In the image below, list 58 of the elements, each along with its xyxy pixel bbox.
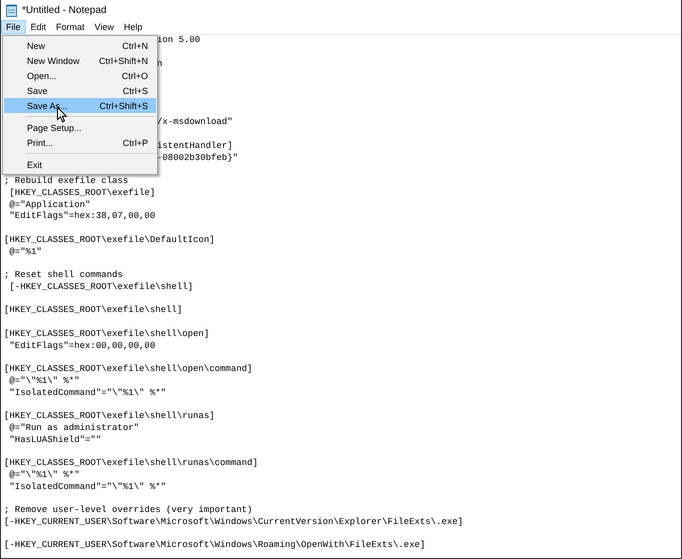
menu-entry-label: Save [27, 86, 48, 96]
menu-item[interactable]: Help [118, 20, 148, 34]
text-line: "EditFlags"=hex:00,00,00,00 [8, 340, 156, 352]
text-line: [HKEY_CLASSES_ROOT\exefile\DefaultIcon] [4, 234, 215, 246]
text-line: @="Run as administrator" [8, 422, 140, 434]
text-line: [-HKEY_CURRENT_USER\Software\Microsoft\Windows\CurrentVersion\Explorer\FileExts\.exe] [4, 516, 464, 528]
text-line: -08002b30bfeb}" [157, 152, 238, 164]
text-line: ; Remove user-level overrides (very important) [4, 505, 252, 517]
menu-entry-label: Page Setup... [27, 122, 82, 132]
text-line: [HKEY_CLASSES_ROOT\exefile\shell\runas] [4, 411, 215, 423]
text-line: @="Application" [8, 200, 90, 212]
text-line: ion 5.00 [157, 35, 200, 47]
menu-item[interactable]: File [1, 20, 26, 34]
shortcut-label: Ctrl+S [122, 86, 148, 96]
menu-entry-label: Open... [27, 70, 57, 80]
text-line: [HKEY_CLASSES_ROOT\exefile\shell\open] [4, 328, 210, 340]
menu-entry-label: New [27, 40, 46, 50]
text-line: [HKEY_CLASSES_ROOT\exefile\shell\runas\command] [4, 458, 258, 470]
menu-entry-label: Exit [27, 160, 42, 170]
text-line: n [157, 58, 162, 70]
text-line: @="%1" [8, 246, 42, 258]
menu-entry[interactable]: Save As... Ctrl+Shift+S [4, 98, 156, 113]
menu-item[interactable]: Format [51, 20, 90, 34]
shortcut-label: Ctrl+Shift+S [99, 100, 148, 110]
text-line: istentHandler] [157, 140, 233, 152]
menu-entry[interactable]: Exit [4, 157, 156, 172]
text-line: /x-msdownload" [157, 117, 233, 129]
text-line: ; Rebuild exefile class [4, 176, 128, 188]
text-line: "IsolatedCommand"="\"%1\" %*" [8, 388, 166, 400]
shortcut-label: Ctrl+O [122, 70, 148, 80]
menu-entry[interactable]: Open... Ctrl+O [4, 68, 156, 83]
menu-entry-label: Save As... [27, 100, 68, 110]
text-line: @="\"%1\" %*" [8, 376, 80, 388]
text-line: "HasLUAShield"="" [8, 434, 102, 446]
text-line: [HKEY_CLASSES_ROOT\exefile] [8, 188, 156, 200]
mouse-pointer-icon [57, 107, 67, 123]
menu-entry[interactable]: Print... Ctrl+P [4, 135, 156, 150]
text-line: @="\"%1\" %*" [8, 470, 80, 482]
menu-entry-label: Print... [27, 138, 54, 148]
shortcut-label: Ctrl+Shift+N [98, 56, 148, 66]
shortcut-label: Ctrl+N [122, 40, 148, 50]
menu-entry-label: New Window [27, 56, 80, 66]
text-line: [-HKEY_CURRENT_USER\Software\Microsoft\Windows\Roaming\OpenWith\FileExts\.exe] [4, 540, 426, 552]
menu-item[interactable]: View [90, 20, 119, 34]
shortcut-label: Ctrl+P [122, 138, 148, 148]
text-line: [HKEY_CLASSES_ROOT\exefile\shell\open\command] [4, 364, 252, 376]
menu-entry[interactable]: New Ctrl+N [4, 38, 156, 53]
text-line: [-HKEY_CLASSES_ROOT\exefile\shell] [8, 282, 194, 294]
text-line: "IsolatedCommand"="\"%1\" %*" [8, 482, 166, 494]
menu-entry[interactable]: New Window Ctrl+Shift+N [4, 53, 156, 68]
text-line: ; Reset shell commands [4, 270, 123, 282]
menu-item[interactable]: Edit [26, 20, 52, 34]
text-line: [HKEY_CLASSES_ROOT\exefile\shell] [4, 305, 182, 317]
text-line: "EditFlags"=hex:38,07,00,00 [8, 211, 156, 223]
menu-entry[interactable]: Page Setup... [4, 120, 156, 135]
notepad-icon [6, 4, 17, 16]
menu-entry[interactable]: Save Ctrl+S [4, 83, 156, 98]
window-title: *Untitled - Notepad [22, 4, 106, 16]
